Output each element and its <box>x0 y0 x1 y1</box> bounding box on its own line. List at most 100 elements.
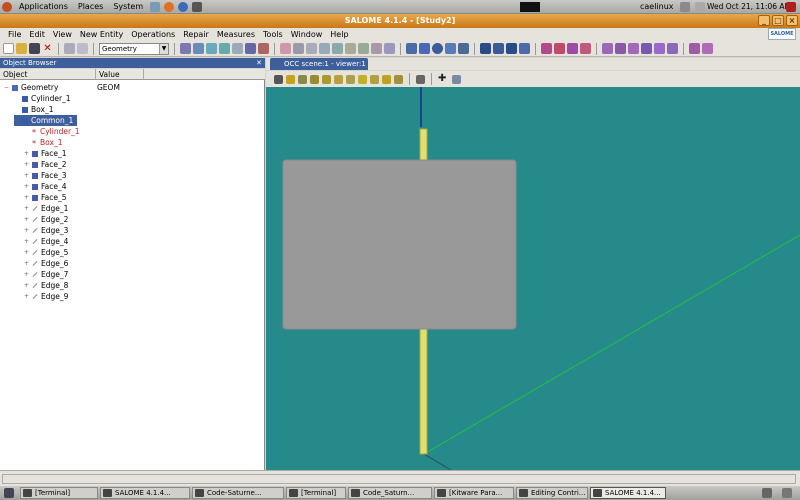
menu-measures[interactable]: Measures <box>213 30 259 39</box>
taskbar-item[interactable]: [Kitware Para... <box>434 487 514 499</box>
fit-area-icon[interactable] <box>298 74 307 84</box>
close-button[interactable]: × <box>786 15 798 26</box>
build-icon[interactable] <box>615 43 626 54</box>
module-selector[interactable]: Geometry ▼ <box>99 42 169 55</box>
transform-icon[interactable] <box>567 43 578 54</box>
taskbar-item[interactable]: Code_Saturn... <box>348 487 432 499</box>
tree-expander-icon[interactable]: + <box>24 148 32 159</box>
chevron-down-icon[interactable]: ▼ <box>159 43 168 54</box>
tree-row[interactable]: + Edge_6 <box>24 258 68 269</box>
workspace-switcher-icon[interactable] <box>762 488 772 498</box>
cone-primitive-icon[interactable] <box>458 43 469 54</box>
menu-edit[interactable]: Edit <box>25 30 49 39</box>
tree-expander-icon[interactable]: + <box>24 170 32 181</box>
vector-icon[interactable] <box>358 43 369 54</box>
close-icon[interactable]: ✕ <box>256 58 262 68</box>
tree-expander-icon[interactable]: − <box>14 115 22 126</box>
menu-new-entity[interactable]: New Entity <box>76 30 127 39</box>
minimize-button[interactable]: _ <box>758 15 770 26</box>
arc-icon[interactable] <box>332 43 343 54</box>
gnome-foot-icon[interactable] <box>2 1 12 12</box>
taskbar-item[interactable]: Editing Contri... <box>516 487 588 499</box>
box-primitive-icon[interactable] <box>406 43 417 54</box>
tree-expander-icon[interactable]: + <box>24 225 32 236</box>
object-browser-tree[interactable]: − Geometry GEOM Cylinder_1 Box_1− Common_1 * Cy… <box>0 80 265 470</box>
tree-row[interactable]: * Box_1 <box>24 137 62 148</box>
export-icon[interactable] <box>193 43 204 54</box>
tree-row[interactable]: * Cylinder_1 <box>24 126 80 137</box>
tree-row[interactable]: + Edge_3 <box>24 225 68 236</box>
build-icon[interactable] <box>641 43 652 54</box>
build-icon[interactable] <box>654 43 665 54</box>
tree-row[interactable]: + Face_4 <box>24 181 66 192</box>
tree-row[interactable]: + Face_2 <box>24 159 66 170</box>
tree-expander-icon[interactable]: + <box>24 247 32 258</box>
help-launcher-icon[interactable] <box>178 1 189 12</box>
applications-menu[interactable]: Applications <box>14 0 73 14</box>
system-menu[interactable]: System <box>108 0 148 14</box>
viewer-tab[interactable]: OCC scene:1 - viewer:1 <box>270 58 368 70</box>
transform-icon[interactable] <box>580 43 591 54</box>
volume-icon[interactable] <box>695 2 705 12</box>
tree-row[interactable]: + Face_3 <box>24 170 66 181</box>
curve-icon[interactable] <box>345 43 356 54</box>
back-view-icon[interactable] <box>370 74 379 84</box>
ellipse-icon[interactable] <box>319 43 330 54</box>
tree-expander-icon[interactable]: + <box>24 269 32 280</box>
geom-tool-icon[interactable] <box>258 43 269 54</box>
global-pan-icon[interactable] <box>334 74 343 84</box>
reset-view-icon[interactable] <box>452 74 461 84</box>
media-applet-icon[interactable] <box>520 2 540 12</box>
pan-icon[interactable] <box>322 74 331 84</box>
geom-tool-icon[interactable] <box>219 43 230 54</box>
tree-row[interactable]: + Edge_5 <box>24 247 68 258</box>
tree-row[interactable]: + Edge_8 <box>24 280 68 291</box>
tree-row[interactable]: Box_1 <box>14 104 53 115</box>
maximize-button[interactable]: □ <box>772 15 784 26</box>
cylinder-primitive-icon[interactable] <box>419 43 430 54</box>
taskbar-item[interactable]: Code-Saturne... <box>192 487 284 499</box>
clone-view-icon[interactable] <box>416 74 425 84</box>
object-browser-header[interactable]: Object Browser ✕ <box>0 58 265 68</box>
line-icon[interactable] <box>293 43 304 54</box>
firefox-launcher-icon[interactable] <box>164 1 175 12</box>
menu-operations[interactable]: Operations <box>127 30 179 39</box>
fuse-icon[interactable] <box>480 43 491 54</box>
scene-canvas[interactable] <box>266 87 800 470</box>
point-icon[interactable] <box>280 43 291 54</box>
places-menu[interactable]: Places <box>73 0 108 14</box>
tree-row[interactable]: + Edge_4 <box>24 236 68 247</box>
editor-launcher-icon[interactable] <box>150 1 161 12</box>
tree-row[interactable]: − Common_1 <box>14 115 78 126</box>
top-view-icon[interactable] <box>382 74 391 84</box>
tree-expander-icon[interactable]: − <box>4 82 12 93</box>
tree-row[interactable]: + Face_5 <box>24 192 66 203</box>
zoom-icon[interactable] <box>310 74 319 84</box>
bottom-view-icon[interactable] <box>394 74 403 84</box>
show-desktop-icon[interactable] <box>4 488 14 498</box>
tree-expander-icon[interactable]: + <box>24 203 32 214</box>
window-titlebar[interactable]: SALOME 4.1.4 - [Study2] _ □ × <box>0 14 800 28</box>
tree-expander-icon[interactable]: + <box>24 192 32 203</box>
sphere-primitive-icon[interactable] <box>432 43 443 54</box>
tree-expander-icon[interactable]: + <box>24 280 32 291</box>
common-icon[interactable] <box>493 43 504 54</box>
lcs-icon[interactable] <box>384 43 395 54</box>
tree-expander-icon[interactable]: + <box>24 214 32 225</box>
operation-icon[interactable] <box>702 43 713 54</box>
tree-row[interactable]: + Face_1 <box>24 148 66 159</box>
occ-3d-viewer[interactable] <box>266 87 800 470</box>
tree-expander-icon[interactable]: + <box>24 258 32 269</box>
tree-expander-icon[interactable]: + <box>24 291 32 302</box>
menu-help[interactable]: Help <box>326 30 352 39</box>
tree-row[interactable]: − Geometry <box>4 82 58 93</box>
menu-window[interactable]: Window <box>287 30 327 39</box>
tree-expander-icon[interactable]: + <box>24 236 32 247</box>
import-icon[interactable] <box>180 43 191 54</box>
paste-icon[interactable] <box>77 43 88 54</box>
terminal-launcher-icon[interactable] <box>192 1 203 12</box>
menu-tools[interactable]: Tools <box>259 30 287 39</box>
tree-expander-icon[interactable]: + <box>24 181 32 192</box>
taskbar-item[interactable]: SALOME 4.1.4... <box>590 487 666 499</box>
build-icon[interactable] <box>602 43 613 54</box>
